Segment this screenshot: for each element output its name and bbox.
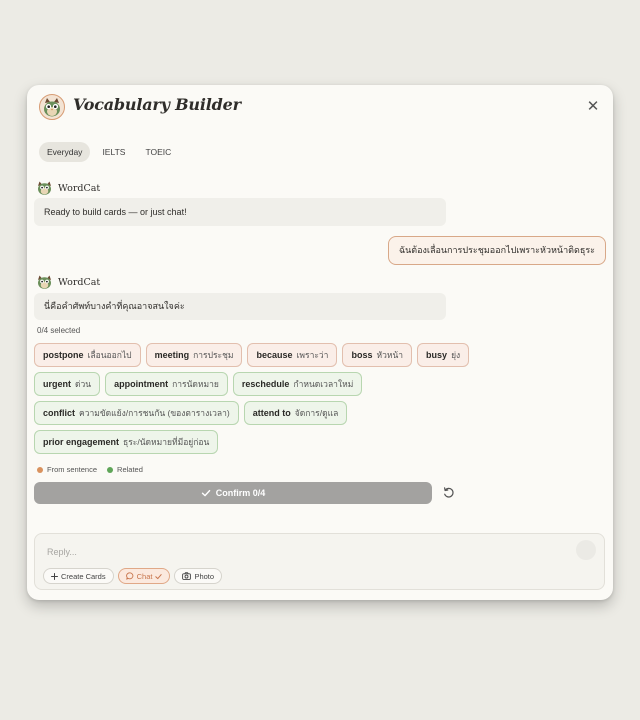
chip-translation: ความขัดแย้ง/การชนกัน (ของตารางเวลา) (79, 408, 230, 418)
chip-word: postpone (43, 350, 84, 360)
vocab-chip-prior-engagement[interactable]: prior engagement ธุระ/นัดหมายที่มีอยู่ก่… (34, 430, 219, 454)
plus-icon (51, 572, 58, 580)
legend-related: Related (107, 465, 143, 474)
app-title: Vocabulary Builder (73, 95, 241, 114)
reply-input[interactable] (45, 542, 569, 562)
selected-count: 0/4 selected (37, 326, 81, 335)
legend-sentence-dot (37, 466, 43, 473)
chip-row: urgent ด่วน appointment การนัดหมาย resch… (34, 372, 474, 396)
send-button[interactable] (576, 540, 596, 560)
vocab-chips: postpone เลื่อนออกไป meeting การประชุม b… (34, 343, 474, 459)
bot-avatar-icon (38, 275, 51, 289)
chip-translation: เลื่อนออกไป (87, 350, 132, 360)
vocab-chip-postpone[interactable]: postpone เลื่อนออกไป (34, 343, 141, 367)
composer-tools: Create Cards Chat Photo (43, 568, 223, 584)
bot-message: Ready to build cards — or just chat! (34, 198, 446, 226)
legend-related-label: Related (117, 465, 143, 474)
bot-message: นี่คือคำศัพท์บางคำที่คุณอาจสนใจค่ะ (34, 293, 446, 320)
chip-word: conflict (43, 408, 76, 418)
chip-translation: เพราะว่า (296, 350, 329, 360)
legend-related-dot (107, 466, 114, 473)
legend-from-sentence: From sentence (37, 465, 97, 474)
confirm-label: Confirm 0/4 (215, 488, 266, 498)
bot-name: WordCat (58, 276, 101, 288)
vocab-chip-meeting[interactable]: meeting การประชุม (145, 343, 243, 367)
chip-translation: หัวหน้า (376, 350, 404, 360)
bot-name: WordCat (58, 182, 101, 194)
create-cards-label: Create Cards (61, 571, 106, 581)
vocab-chip-conflict[interactable]: conflict ความขัดแย้ง/การชนกัน (ของตารางเ… (34, 401, 239, 425)
close-icon: ✕ (586, 98, 600, 115)
legend-sentence-label: From sentence (47, 465, 98, 474)
check-icon (155, 573, 163, 579)
bot-sender: WordCat (37, 275, 100, 289)
composer: Create Cards Chat Photo (34, 533, 605, 590)
chip-translation: การประชุม (193, 350, 234, 360)
chip-translation: ด่วน (75, 379, 92, 389)
tab-toeic[interactable]: TOEIC (137, 142, 179, 162)
chip-translation: จัดการ/ดูแล (294, 408, 339, 418)
chip-word: reschedule (241, 379, 290, 389)
chat-bubble-icon (125, 572, 133, 580)
chip-word: attend to (252, 408, 291, 418)
create-cards-button[interactable]: Create Cards (43, 568, 114, 584)
chip-row: prior engagement ธุระ/นัดหมายที่มีอยู่ก่… (34, 430, 474, 454)
tab-ielts[interactable]: IELTS (94, 142, 133, 162)
chip-translation: กำหนดเวลาใหม่ (293, 379, 354, 389)
chip-translation: ธุระ/นัดหมายที่มีอยู่ก่อน (123, 437, 210, 447)
bot-sender: WordCat (37, 181, 100, 195)
vocab-chip-attend-to[interactable]: attend to จัดการ/ดูแล (243, 401, 348, 425)
chip-word: urgent (43, 379, 71, 389)
reset-button[interactable] (442, 486, 456, 500)
chip-word: meeting (154, 350, 190, 360)
vocab-chip-reschedule[interactable]: reschedule กำหนดเวลาใหม่ (232, 372, 363, 396)
vocab-chip-urgent[interactable]: urgent ด่วน (34, 372, 101, 396)
chip-word: boss (351, 350, 373, 360)
vocab-chip-busy[interactable]: busy ยุ่ง (417, 343, 470, 367)
chip-row: postpone เลื่อนออกไป meeting การประชุม b… (34, 343, 474, 367)
tab-everyday[interactable]: Everyday (39, 142, 91, 162)
chip-row: conflict ความขัดแย้ง/การชนกัน (ของตารางเ… (34, 401, 474, 425)
chip-word: because (256, 350, 293, 360)
chat-mode-button[interactable]: Chat (117, 568, 171, 584)
close-button[interactable]: ✕ (585, 99, 601, 115)
chip-translation: ยุ่ง (451, 350, 461, 360)
chip-word: appointment (114, 379, 169, 389)
chip-legend: From sentence Related (37, 465, 143, 474)
photo-label: Photo (194, 571, 215, 581)
chip-word: prior engagement (43, 437, 120, 447)
photo-button[interactable]: Photo (174, 568, 223, 584)
check-icon (201, 489, 211, 497)
chip-translation: การนัดหมาย (172, 379, 219, 389)
vocab-chip-because[interactable]: because เพราะว่า (247, 343, 338, 367)
vocabulary-builder-window: Vocabulary Builder ✕ Everyday IELTS TOEI… (27, 85, 613, 600)
confirm-button[interactable]: Confirm 0/4 (34, 482, 432, 504)
bot-avatar-icon (38, 181, 51, 195)
vocab-chip-appointment[interactable]: appointment การนัดหมาย (105, 372, 228, 396)
owl-logo-icon (39, 94, 65, 120)
chat-label: Chat (136, 571, 153, 581)
reset-icon (444, 487, 454, 498)
user-message: ฉันต้องเลื่อนการประชุมออกไปเพราะหัวหน้าต… (387, 236, 606, 265)
tab-bar: Everyday IELTS TOEIC (39, 142, 179, 162)
vocab-chip-boss[interactable]: boss หัวหน้า (342, 343, 413, 367)
chip-word: busy (426, 350, 448, 360)
header: Vocabulary Builder ✕ (27, 85, 613, 129)
camera-icon (182, 572, 192, 580)
